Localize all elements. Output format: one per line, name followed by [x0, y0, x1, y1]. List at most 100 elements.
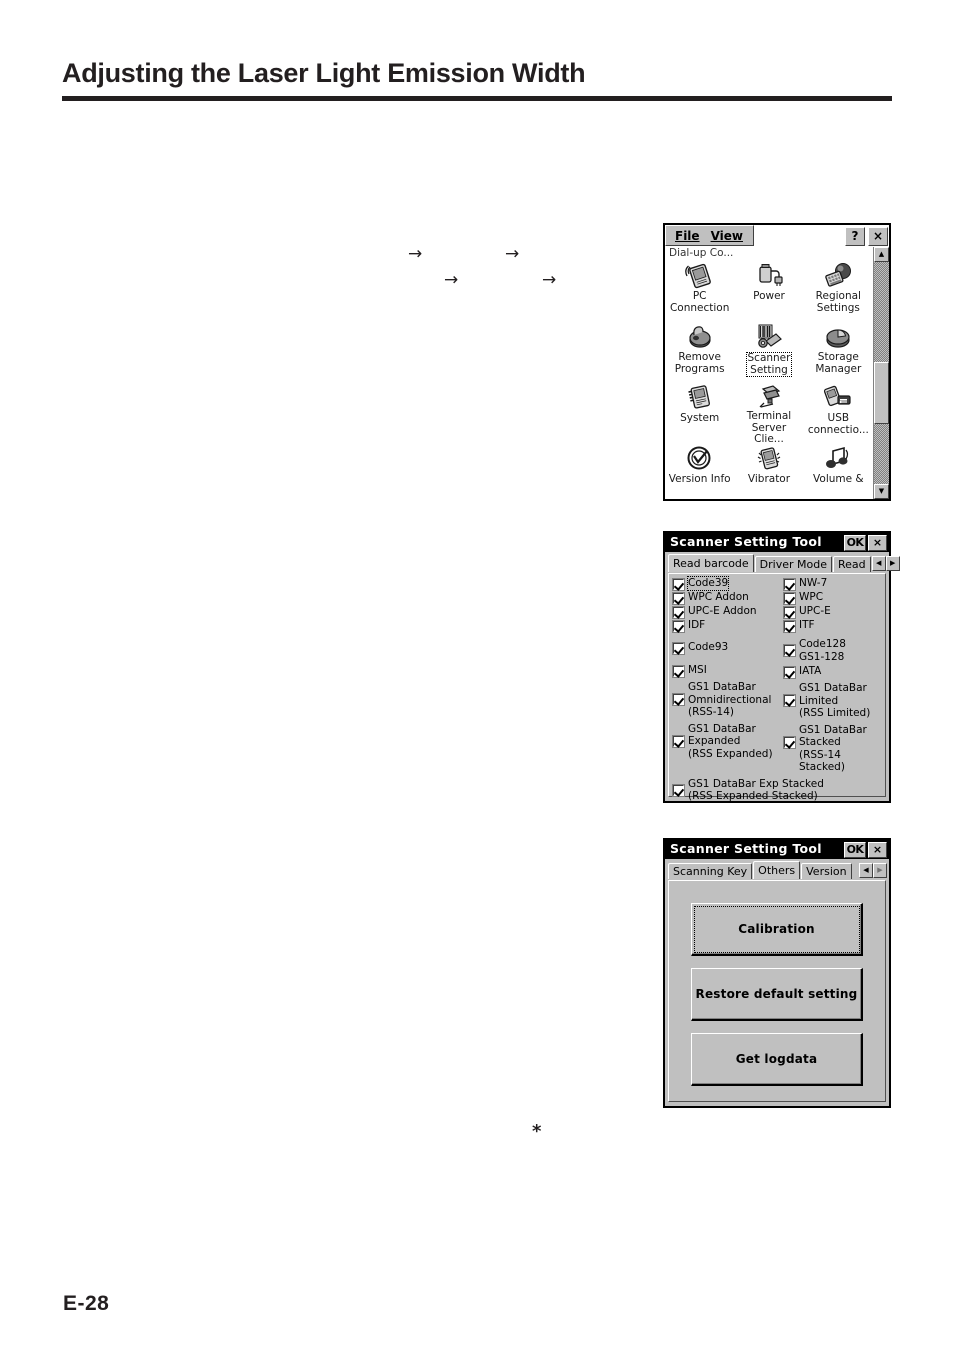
tabstrip: Scanning Key Others Version ◀ ▶	[665, 859, 889, 879]
checkbox-box-icon[interactable]	[672, 592, 685, 605]
menu-file[interactable]: File	[675, 230, 700, 242]
control-panel-item-terminal-server-client[interactable]: Terminal Server Clie...	[734, 381, 803, 445]
checkbox-wpc-addon[interactable]: WPC Addon	[672, 591, 778, 605]
checkbox-idf[interactable]: IDF	[672, 619, 778, 633]
tab-version[interactable]: Version	[801, 863, 852, 879]
window-title: Scanner Setting Tool	[670, 841, 822, 857]
window-title: Scanner Setting Tool	[670, 534, 822, 550]
menu-group: File View	[665, 225, 754, 246]
control-panel-item-power[interactable]: Power	[734, 259, 803, 320]
version-info-icon	[685, 444, 715, 474]
checkbox-label: UPC-E	[799, 605, 831, 617]
checkbox-gs1-databar-exp-stacked[interactable]: GS1 DataBar Exp Stacked (RSS Expanded St…	[672, 778, 883, 803]
checkbox-label: GS1 DataBar Stacked (RSS-14 Stacked)	[799, 723, 867, 774]
control-panel-item-label: Vibrator	[747, 473, 791, 485]
checkbox-box-icon[interactable]	[783, 592, 796, 605]
control-panel-item-volume-and-sounds[interactable]: Volume &	[804, 442, 873, 499]
control-panel-icon-pane: Dial-up Co... PC Connection Power Region…	[665, 247, 874, 499]
checkbox-code128-gs1-128[interactable]: Code128 GS1-128	[783, 638, 883, 663]
menu-view[interactable]: View	[711, 230, 743, 242]
checkbox-msi[interactable]: MSI	[672, 664, 778, 678]
checkbox-label: Code93	[688, 641, 729, 653]
calibration-button[interactable]: Calibration	[691, 903, 863, 956]
help-button[interactable]: ?	[845, 226, 865, 246]
tab-scroll-buttons: ◀ ▶	[871, 556, 900, 572]
control-panel-item-system[interactable]: System	[665, 381, 734, 442]
checkbox-gs1-databar-expanded[interactable]: GS1 DataBar Expanded (RSS Expanded)	[672, 722, 778, 761]
tab-scroll-right-icon[interactable]: ▶	[885, 556, 900, 571]
tab-driver-mode[interactable]: Driver Mode	[754, 556, 832, 572]
control-panel-item-storage-manager[interactable]: Storage Manager	[804, 320, 873, 381]
checkbox-label: GS1 DataBar Expanded (RSS Expanded)	[688, 722, 773, 760]
ok-button[interactable]: OK	[844, 841, 866, 858]
close-icon[interactable]: ×	[868, 841, 887, 858]
close-icon[interactable]: ×	[868, 534, 887, 551]
others-button-stack: Calibration Restore default setting Get …	[669, 903, 885, 1086]
close-icon[interactable]: ×	[868, 226, 888, 246]
checkbox-label: IATA	[799, 665, 822, 677]
checkbox-box-icon[interactable]	[672, 693, 685, 706]
tab-others[interactable]: Others	[753, 861, 801, 879]
control-panel-item-scanner-setting[interactable]: Scanner Setting	[734, 320, 803, 381]
checkbox-itf[interactable]: ITF	[783, 619, 883, 633]
checkbox-upc-e[interactable]: UPC-E	[783, 605, 883, 619]
checkbox-box-icon[interactable]	[783, 606, 796, 619]
checkbox-gs1-databar-omnidirectional[interactable]: GS1 DataBar Omnidirectional (RSS-14)	[672, 681, 778, 719]
checkbox-box-icon[interactable]	[783, 644, 796, 657]
checkbox-box-icon[interactable]	[672, 642, 685, 655]
checkbox-box-icon[interactable]	[783, 666, 796, 679]
checkbox-box-icon[interactable]	[672, 783, 685, 797]
checkbox-box-icon[interactable]	[672, 620, 685, 633]
scroll-up-icon[interactable]: ▲	[874, 247, 889, 262]
checkbox-gs1-databar-limited[interactable]: GS1 DataBar Limited (RSS Limited)	[783, 682, 883, 720]
checkbox-label: Code39	[687, 576, 730, 591]
tab-scroll-left-icon[interactable]: ◀	[871, 556, 886, 571]
control-panel-item-label: Version Info	[668, 473, 731, 485]
tab-scroll-left-icon[interactable]: ◀	[859, 863, 873, 878]
checkbox-upc-e-addon[interactable]: UPC-E Addon	[672, 605, 778, 619]
control-panel-item-usb-connection[interactable]: USB connectio...	[804, 381, 873, 442]
checkbox-label: UPC-E Addon	[688, 605, 757, 617]
vibrator-icon	[754, 444, 784, 474]
checkbox-box-icon[interactable]	[672, 734, 685, 748]
checkbox-nw-7[interactable]: NW-7	[783, 577, 883, 591]
checkbox-box-icon[interactable]	[783, 694, 796, 707]
control-panel-item-vibrator[interactable]: Vibrator	[734, 442, 803, 499]
checkbox-label: Code128 GS1-128	[799, 638, 846, 663]
control-panel-item-regional-settings[interactable]: Regional Settings	[804, 259, 873, 320]
page-title: Adjusting the Laser Light Emission Width	[62, 58, 586, 88]
page-header: Adjusting the Laser Light Emission Width	[62, 58, 892, 102]
get-logdata-button[interactable]: Get logdata	[691, 1033, 863, 1086]
checkbox-box-icon[interactable]	[672, 578, 685, 591]
tab-read[interactable]: Read	[833, 556, 871, 572]
control-panel-item-remove-programs[interactable]: Remove Programs	[665, 320, 734, 381]
checkbox-label: WPC Addon	[688, 591, 749, 603]
checkbox-code39[interactable]: Code39	[672, 576, 778, 591]
control-panel-scrollbar[interactable]: ▲ ▼	[874, 247, 889, 499]
tab-scroll-right-icon[interactable]: ▶	[873, 863, 887, 878]
checkbox-box-icon[interactable]	[783, 735, 796, 749]
usb-connection-icon	[823, 383, 853, 413]
scanner-setting-tool-others-window: Scanner Setting Tool OK × Scanning Key O…	[663, 838, 891, 1108]
checkbox-box-icon[interactable]	[783, 620, 796, 633]
tab-read-barcode[interactable]: Read barcode	[668, 554, 754, 572]
procedure-arrow-3: →	[444, 270, 459, 290]
control-panel-item-version-info[interactable]: Version Info	[665, 442, 734, 499]
checkbox-box-icon[interactable]	[783, 578, 796, 591]
checkbox-code93[interactable]: Code93	[672, 641, 778, 655]
scroll-down-icon[interactable]: ▼	[874, 484, 889, 499]
control-panel-item-label: Storage Manager	[815, 351, 862, 375]
scrollbar-track[interactable]	[874, 262, 889, 484]
restore-default-setting-button[interactable]: Restore default setting	[691, 968, 863, 1021]
checkbox-box-icon[interactable]	[672, 606, 685, 619]
tabstrip: Read barcode Driver Mode Read ◀ ▶	[665, 552, 900, 572]
checkbox-wpc[interactable]: WPC	[783, 591, 883, 605]
checkbox-iata[interactable]: IATA	[783, 665, 883, 679]
tab-scanning-key[interactable]: Scanning Key	[668, 863, 753, 879]
control-panel-item-pc-connection[interactable]: PC Connection	[665, 259, 734, 320]
checkbox-gs1-databar-stacked[interactable]: GS1 DataBar Stacked (RSS-14 Stacked)	[783, 723, 883, 774]
ok-button[interactable]: OK	[844, 534, 866, 551]
remove-programs-icon	[685, 322, 715, 352]
checkbox-box-icon[interactable]	[672, 665, 685, 678]
scrollbar-thumb[interactable]	[874, 361, 889, 425]
